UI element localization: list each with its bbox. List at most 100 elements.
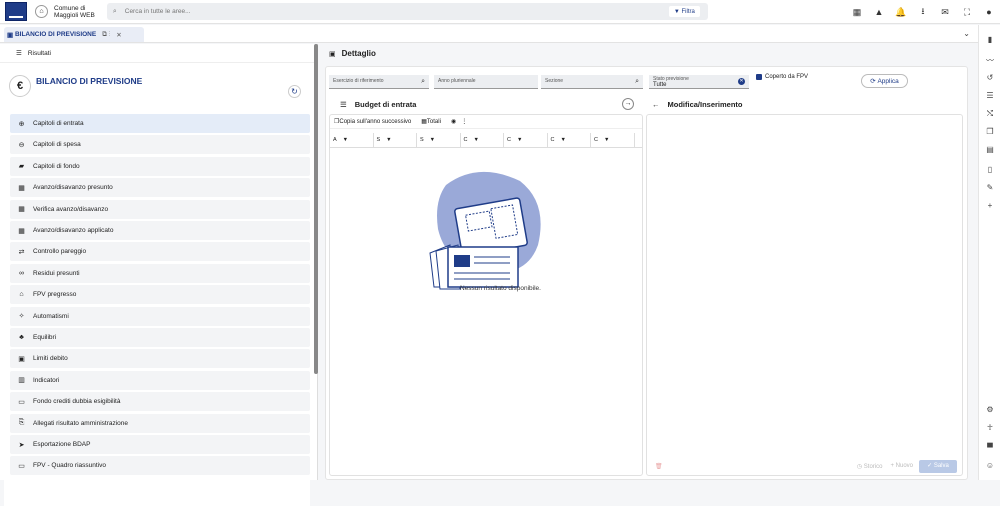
filter-icon[interactable]: ▼ <box>604 137 609 143</box>
stato-field[interactable]: Stato previsione Tutte ✕ <box>649 75 749 89</box>
pin-icon[interactable]: ⧉ ⋮ <box>102 31 110 39</box>
menu-item[interactable]: ▭ Fondo crediti dubbia esigibilità <box>10 392 310 412</box>
menu-item[interactable]: ⊖ Capitoli di spesa <box>10 135 310 155</box>
menu-item[interactable]: ✧ Automatismi <box>10 306 310 326</box>
home-icon[interactable]: ⌂ <box>35 5 48 18</box>
brand-line-2: Maggioli WEB <box>54 11 95 19</box>
help-icon[interactable]: ☺ <box>979 461 1000 470</box>
esercizio-field[interactable]: Esercizio di riferimento ⌕ <box>329 75 429 89</box>
tab-close-icon[interactable]: ✕ <box>116 31 121 39</box>
menu-item[interactable]: ▰ Capitoli di fondo <box>10 156 310 176</box>
trash-icon[interactable]: 🗑 <box>655 463 663 470</box>
accessibility-icon[interactable]: ☥ <box>979 423 1000 432</box>
tab-icon: ▣ <box>7 31 15 39</box>
menu-item[interactable]: ▦ Avanzo/disavanzo applicato <box>10 221 310 240</box>
back-arrow-icon[interactable]: ← <box>652 100 660 109</box>
chat-icon[interactable]: ▀ <box>979 443 1000 452</box>
mail-icon[interactable]: ✉ <box>934 7 956 18</box>
totali-button[interactable]: ▦Totali <box>421 118 446 125</box>
book-icon[interactable]: ▮ <box>979 35 1000 44</box>
menu-item[interactable]: ⇄ Controllo pareggio <box>10 242 310 262</box>
filter-icon[interactable]: ▼ <box>473 137 478 143</box>
column-header[interactable]: C ▼ <box>548 133 591 147</box>
search-input[interactable]: Cerca in tutte le aree... <box>125 8 191 15</box>
esercizio-label: Esercizio di riferimento <box>333 78 384 84</box>
global-search[interactable]: ⌕ Cerca in tutte le aree... ▼ Filtra <box>106 3 708 20</box>
top-bar: ⌂ Comune di Maggioli WEB ⌕ Cerca in tutt… <box>0 0 1000 24</box>
fullscreen-icon[interactable]: ⛶ <box>956 7 978 18</box>
download-icon[interactable]: ⭳ <box>912 4 934 20</box>
tab-bilancio[interactable]: ▣ BILANCIO DI PREVISIONE ⧉ ⋮ ✕ <box>4 27 144 42</box>
column-header[interactable]: S ▼ <box>417 133 461 147</box>
menu-item-icon: ▭ <box>18 398 25 406</box>
menu-title: BILANCIO DI PREVISIONE <box>36 76 143 86</box>
menu-item[interactable]: ▣ Limiti debito <box>10 349 310 369</box>
filter-icon[interactable]: ▼ <box>517 137 522 143</box>
salva-button[interactable]: ✓ Salva <box>919 459 957 473</box>
shuffle-icon[interactable]: ⤭ <box>979 109 1000 119</box>
detail-panel: ▣ Dettaglio Esercizio di riferimento ⌕ A… <box>323 44 971 480</box>
menu-item[interactable]: ▦ Verifica avanzo/disavanzo <box>10 199 310 219</box>
eye-icon[interactable]: ◉ <box>451 118 456 125</box>
app-logo[interactable] <box>5 2 27 21</box>
clear-icon[interactable]: ✕ <box>738 78 745 85</box>
arrow-right-button[interactable]: → <box>622 98 634 110</box>
alert-icon[interactable]: ▲ <box>868 7 890 17</box>
applica-button[interactable]: ⟳ Applica <box>861 74 908 88</box>
menu-item[interactable]: ♣ Equilibri <box>10 328 310 347</box>
filter-icon[interactable]: ▼ <box>386 137 391 143</box>
nuovo-button[interactable]: + Nuovo <box>890 463 913 469</box>
column-header[interactable]: C ▼ <box>504 133 548 147</box>
filter-icon[interactable]: ▼ <box>560 137 565 143</box>
menu-item-icon: ⊕ <box>18 120 25 128</box>
copy-icon[interactable]: ❐ <box>979 127 1000 136</box>
sezione-label: Sezione <box>545 78 564 84</box>
copy-button[interactable]: ❐Copia sull'anno successivo <box>334 118 416 125</box>
menu-item[interactable]: ⌂ FPV pregresso <box>10 285 310 305</box>
panel-toggle-icon[interactable]: ▣ <box>329 50 336 58</box>
checkbox-icon[interactable] <box>756 74 762 80</box>
sync-icon: ⟳ <box>870 78 878 85</box>
filter-icon[interactable]: ▼ <box>430 137 435 143</box>
search-icon[interactable]: ⌕ <box>635 78 639 86</box>
edit-icon[interactable]: ✎ <box>979 183 1000 192</box>
column-header[interactable]: C ▼ <box>461 133 504 147</box>
bell-icon[interactable]: 🔔 <box>890 7 912 18</box>
anno-field[interactable]: Anno pluriennale <box>434 75 538 89</box>
column-header[interactable]: S ▼ <box>374 133 417 147</box>
column-header[interactable]: C ▼ <box>591 133 635 147</box>
filter-button[interactable]: ▼ Filtra <box>668 6 700 17</box>
menu-item[interactable]: ▭ FPV - Quadro riassuntivo <box>10 456 310 476</box>
empty-illustration <box>429 171 541 290</box>
search-icon[interactable]: ⌕ <box>421 78 425 86</box>
menu-item-label: Equilibri <box>33 334 57 341</box>
history-icon[interactable]: ↺ <box>979 73 1000 82</box>
column-label: C <box>463 137 468 143</box>
trend-icon[interactable]: 〰 <box>979 55 1000 66</box>
menu-item[interactable]: ⎘ Allegati risultato amministrazione <box>10 413 310 433</box>
add-icon[interactable]: + <box>979 201 1000 210</box>
left-scrollbar[interactable] <box>314 44 318 374</box>
filter-icon[interactable]: ▼ <box>343 137 348 143</box>
document-icon[interactable]: ▯ <box>979 165 1000 174</box>
menu-item-icon: ✧ <box>18 313 25 321</box>
menu-item[interactable]: ▦ Avanzo/disavanzo presunto <box>10 178 310 198</box>
list-icon[interactable]: ☰ <box>979 91 1000 100</box>
coperto-checkbox[interactable]: Coperto da FPV <box>756 74 808 80</box>
list-icon[interactable]: ☰ <box>16 49 22 57</box>
user-icon[interactable]: ● <box>978 7 1000 17</box>
storico-button[interactable]: ◷ Storico <box>857 463 883 470</box>
more-icon[interactable]: ⋮ <box>461 118 467 125</box>
menu-item[interactable]: ∞ Residui presunti <box>10 263 310 283</box>
search-icon: ⌕ <box>112 7 117 15</box>
table-icon[interactable]: ▤ <box>979 145 1000 154</box>
chevron-down-icon[interactable]: ⌄ <box>963 29 970 38</box>
menu-item[interactable]: ▥ Indicatori <box>10 370 310 390</box>
column-header[interactable]: A ▼ <box>330 133 374 147</box>
settings-icon[interactable]: ⚙ <box>979 405 1000 414</box>
grid-icon[interactable]: ▦ <box>846 7 868 18</box>
menu-item[interactable]: ⊕ Capitoli di entrata <box>10 114 310 133</box>
refresh-button[interactable]: ↻ <box>288 85 301 98</box>
menu-item[interactable]: ➤ Esportazione BDAP <box>10 435 310 454</box>
sezione-field[interactable]: Sezione ⌕ <box>541 75 643 89</box>
